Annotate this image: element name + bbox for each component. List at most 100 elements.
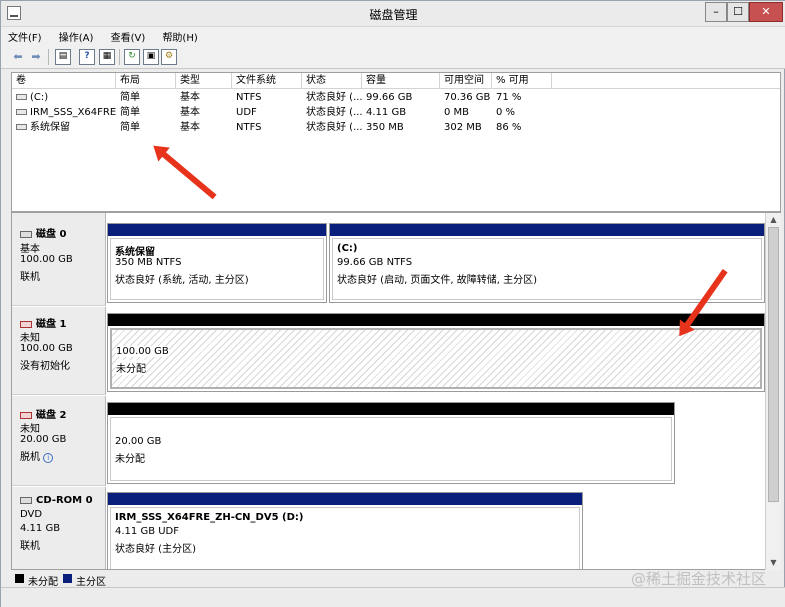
col-layout[interactable]: 布局: [116, 73, 176, 89]
settings-icon[interactable]: ⚙: [161, 49, 177, 65]
disk-warning-icon: [20, 320, 32, 328]
disk-1-label[interactable]: 磁盘 1 未知 100.00 GB 没有初始化: [12, 307, 106, 395]
cell-filesystem: NTFS: [236, 92, 262, 103]
minimize-button[interactable]: –: [705, 2, 727, 22]
partition-body: 100.00 GB 未分配: [110, 328, 762, 389]
partition-size: 4.11 GB UDF: [115, 526, 180, 537]
window-title: 磁盘管理: [369, 8, 418, 22]
partition-status: 状态良好 (主分区): [115, 544, 196, 555]
cdrom-0-name: CD-ROM 0: [36, 495, 93, 506]
disk-state: 没有初始化: [20, 361, 70, 372]
cell-volume: IRM_SSS_X64FRE...: [12, 105, 116, 120]
table-row[interactable]: (C:) 简单 基本 NTFS 状态良好 (... 99.66 GB 70.36…: [12, 90, 780, 105]
unallocated-bar: [108, 403, 674, 415]
disk-type: 未知: [20, 333, 40, 344]
cdrom-0-label[interactable]: CD-ROM 0 DVD 4.11 GB 联机: [12, 487, 106, 569]
partition-title: 系统保留: [115, 247, 155, 258]
toolbar: ⬅ ➡ ▤ ? ▦ ↻ ▣ ⚙: [1, 45, 785, 69]
table-row[interactable]: 系统保留 简单 基本 NTFS 状态良好 (... 350 MB 302 MB …: [12, 120, 780, 135]
disk-type: DVD: [20, 509, 43, 520]
partition-status: 状态良好 (启动, 页面文件, 故障转储, 主分区): [337, 275, 538, 286]
disk-state: 脱机: [20, 452, 40, 463]
menu-help[interactable]: 帮助(H): [155, 27, 204, 46]
col-filesystem[interactable]: 文件系统: [232, 73, 302, 89]
close-button[interactable]: ✕: [749, 2, 783, 22]
cell-volume: (C:): [12, 90, 116, 105]
cell-layout: 简单: [120, 92, 140, 103]
primary-swatch: [63, 574, 72, 583]
volume-name: 系统保留: [30, 122, 70, 133]
partition-unallocated-disk2[interactable]: 20.00 GB 未分配: [107, 402, 675, 484]
info-icon[interactable]: i: [43, 453, 54, 463]
cell-free-space: 70.36 GB: [444, 92, 491, 103]
disk-0-name: 磁盘 0: [36, 229, 67, 240]
table-row[interactable]: IRM_SSS_X64FRE... 简单 基本 UDF 状态良好 (... 4.…: [12, 105, 780, 120]
disk-0-label[interactable]: 磁盘 0 基本 100.00 GB 联机: [12, 213, 106, 306]
partition-unallocated-disk1[interactable]: 100.00 GB 未分配: [107, 313, 765, 392]
col-type[interactable]: 类型: [176, 73, 232, 89]
maximize-button[interactable]: ☐: [727, 2, 749, 22]
drive-icon: [16, 109, 27, 115]
volume-name: (C:): [30, 92, 49, 103]
properties-icon[interactable]: ▦: [99, 49, 115, 65]
disk-warning-icon: [20, 411, 32, 419]
drive-icon: [16, 94, 27, 100]
col-status[interactable]: 状态: [302, 73, 362, 89]
list-icon[interactable]: ▤: [55, 49, 71, 65]
partition-size: 20.00 GB: [115, 436, 162, 447]
cell-status: 状态良好 (...: [306, 107, 363, 118]
col-percent-free[interactable]: % 可用: [492, 73, 552, 89]
menu-action[interactable]: 操作(A): [52, 27, 101, 46]
cell-filesystem: NTFS: [236, 122, 262, 133]
forward-icon[interactable]: ➡: [28, 49, 44, 65]
rescan-icon[interactable]: ▣: [143, 49, 159, 65]
disk-type: 未知: [20, 424, 40, 435]
partition-title: (C:): [337, 243, 358, 254]
partition-size: 99.66 GB NTFS: [337, 257, 413, 268]
scroll-thumb[interactable]: [768, 227, 779, 502]
partition-cdrom-d[interactable]: IRM_SSS_X64FRE_ZH-CN_DV5 (D:) 4.11 GB UD…: [107, 492, 583, 569]
disk-size: 4.11 GB: [20, 523, 61, 534]
col-volume[interactable]: 卷: [12, 73, 116, 89]
menu-bar: 文件(F) 操作(A) 查看(V) 帮助(H): [1, 27, 785, 45]
disk-name: 磁盘 1: [20, 315, 66, 330]
cell-type: 基本: [180, 122, 200, 133]
primary-partition-bar: [108, 493, 582, 505]
cell-volume: 系统保留: [12, 120, 116, 135]
primary-partition-bar: [330, 224, 764, 236]
menu-view[interactable]: 查看(V): [104, 27, 153, 46]
legend-primary: 主分区: [76, 577, 106, 588]
cell-capacity: 99.66 GB: [366, 92, 413, 103]
cell-filesystem: UDF: [236, 107, 257, 118]
partition-body: 20.00 GB 未分配: [110, 417, 672, 481]
col-capacity[interactable]: 容量: [362, 73, 440, 89]
menu-file[interactable]: 文件(F): [1, 27, 49, 46]
partition-status: 未分配: [115, 454, 145, 465]
help-icon[interactable]: ?: [79, 49, 95, 65]
cell-free-space: 0 MB: [444, 107, 470, 118]
cdrom-icon: [20, 496, 32, 504]
disk-state-row: 脱机 i: [20, 448, 54, 463]
partition-size: 100.00 GB: [116, 346, 169, 357]
cell-capacity: 4.11 GB: [366, 107, 407, 118]
unallocated-swatch: [15, 574, 24, 583]
back-icon[interactable]: ⬅: [10, 49, 26, 65]
col-free-space[interactable]: 可用空间: [440, 73, 492, 89]
scroll-down-icon[interactable]: ▼: [766, 556, 781, 570]
drive-icon: [16, 124, 27, 130]
disk-2-label[interactable]: 磁盘 2 未知 20.00 GB 脱机 i: [12, 396, 106, 486]
disk-view-scrollbar[interactable]: ▲ ▼: [765, 213, 781, 570]
unallocated-bar: [108, 314, 764, 326]
refresh-icon[interactable]: ↻: [124, 49, 140, 65]
disk-1-name: 磁盘 1: [36, 319, 67, 330]
title-bar[interactable]: 磁盘管理 – ☐ ✕: [1, 1, 785, 27]
scroll-up-icon[interactable]: ▲: [766, 213, 781, 227]
cell-percent-free: 0 %: [496, 107, 516, 118]
hard-disk-icon: [20, 230, 32, 238]
partition-c[interactable]: (C:) 99.66 GB NTFS 状态良好 (启动, 页面文件, 故障转储,…: [329, 223, 765, 303]
partition-status: 未分配: [116, 360, 146, 375]
primary-partition-bar: [108, 224, 326, 236]
partition-size: 350 MB NTFS: [115, 257, 182, 268]
cell-status: 状态良好 (...: [306, 92, 363, 103]
partition-system-reserved[interactable]: 系统保留 350 MB NTFS 状态良好 (系统, 活动, 主分区): [107, 223, 327, 303]
